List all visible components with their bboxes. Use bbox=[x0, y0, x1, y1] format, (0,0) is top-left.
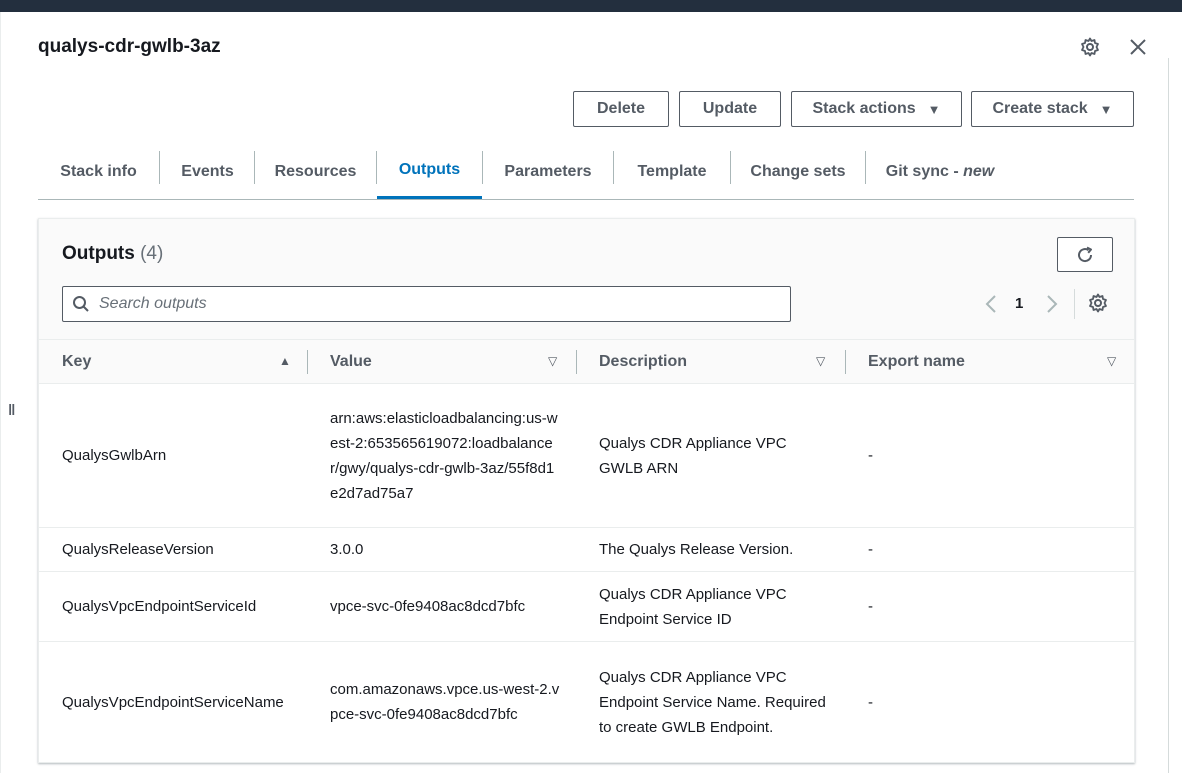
page-title: qualys-cdr-gwlb-3az bbox=[38, 36, 221, 57]
tab-resources[interactable]: Resources bbox=[255, 144, 376, 199]
create-stack-label: Create stack bbox=[992, 100, 1088, 117]
tab-label: Events bbox=[181, 162, 234, 180]
refresh-icon bbox=[1078, 246, 1093, 262]
pager-divider bbox=[1074, 289, 1075, 319]
drag-handle-icon[interactable]: ‖ bbox=[8, 402, 20, 420]
table-row: QualysGwlbArn arn:aws:elasticloadbalanci… bbox=[39, 384, 1134, 528]
output-key: QualysReleaseVersion bbox=[62, 541, 214, 558]
sort-icon[interactable]: ▽ bbox=[1107, 354, 1116, 368]
update-button-label: Update bbox=[702, 100, 758, 117]
output-key: QualysGwlbArn bbox=[62, 447, 167, 464]
outputs-panel: Outputs (4) 1 Key ▲ Value ▽ Descrip bbox=[38, 218, 1135, 763]
refresh-button[interactable] bbox=[1057, 237, 1113, 272]
column-header-key[interactable]: Key bbox=[62, 340, 292, 383]
tab-label: Stack info bbox=[60, 162, 137, 180]
tab-events[interactable]: Events bbox=[160, 144, 255, 199]
sort-icon[interactable]: ▽ bbox=[816, 354, 825, 368]
tab-template[interactable]: Template bbox=[614, 144, 730, 199]
update-button[interactable]: Update bbox=[679, 91, 781, 127]
outputs-header: Outputs (4) 1 bbox=[39, 219, 1134, 339]
page-number[interactable]: 1 bbox=[1015, 295, 1023, 312]
stack-actions-button[interactable]: Stack actions ▼ bbox=[791, 91, 962, 127]
table-row: QualysReleaseVersion 3.0.0 The Qualys Re… bbox=[39, 528, 1134, 572]
tab-stack-info[interactable]: Stack info bbox=[38, 144, 159, 199]
output-value: vpce-svc-0fe9408ac8dcd7bfc bbox=[330, 598, 526, 615]
output-description: Qualys CDR Appliance VPC Endpoint Servic… bbox=[599, 585, 787, 628]
column-header-description[interactable]: Description bbox=[599, 340, 829, 383]
right-rail-divider bbox=[1168, 58, 1169, 773]
tab-change-sets[interactable]: Change sets bbox=[731, 144, 865, 199]
column-resizer[interactable] bbox=[845, 350, 846, 374]
column-label: Export name bbox=[868, 352, 965, 370]
output-description: Qualys CDR Appliance VPC Endpoint Servic… bbox=[599, 668, 826, 736]
chevron-left-icon[interactable] bbox=[980, 291, 1002, 317]
table-header: Key ▲ Value ▽ Description ▽ Export name … bbox=[39, 339, 1134, 384]
search-field[interactable] bbox=[62, 286, 791, 322]
tab-bar: Stack info Events Resources Outputs Para… bbox=[38, 144, 1134, 200]
tab-outputs[interactable]: Outputs bbox=[377, 144, 482, 199]
console-top-bar bbox=[0, 0, 1182, 12]
output-value: arn:aws:elasticloadbalancing:us-west-2:6… bbox=[330, 409, 558, 502]
caret-down-icon: ▼ bbox=[1099, 101, 1113, 117]
delete-button[interactable]: Delete bbox=[573, 91, 669, 127]
table-row: QualysVpcEndpointServiceName com.amazona… bbox=[39, 642, 1134, 762]
output-value: com.amazonaws.vpce.us-west-2.vpce-svc-0f… bbox=[330, 681, 560, 723]
outputs-title-text: Outputs bbox=[62, 243, 135, 264]
output-export-name: - bbox=[868, 693, 873, 711]
output-export-name: - bbox=[868, 447, 873, 464]
column-label: Value bbox=[330, 352, 372, 370]
output-export-name: - bbox=[868, 541, 873, 558]
column-label: Key bbox=[62, 352, 92, 370]
output-key: QualysVpcEndpointServiceId bbox=[62, 598, 257, 615]
gear-icon[interactable] bbox=[1086, 291, 1110, 315]
column-resizer[interactable] bbox=[576, 350, 577, 374]
output-key: QualysVpcEndpointServiceName bbox=[62, 693, 284, 711]
caret-down-icon: ▼ bbox=[927, 101, 941, 117]
output-description: Qualys CDR Appliance VPC GWLB ARN bbox=[599, 434, 787, 477]
tab-label: Change sets bbox=[750, 162, 846, 180]
tab-label: Outputs bbox=[398, 161, 461, 178]
sort-ascending-icon[interactable]: ▲ bbox=[279, 354, 291, 368]
tab-git-sync[interactable]: Git sync - new bbox=[866, 144, 1014, 199]
outputs-title: Outputs (4) bbox=[62, 243, 163, 265]
close-icon[interactable] bbox=[1126, 35, 1150, 59]
sort-icon[interactable]: ▽ bbox=[548, 354, 557, 368]
chevron-right-icon[interactable] bbox=[1041, 291, 1063, 317]
tab-parameters[interactable]: Parameters bbox=[483, 144, 613, 199]
column-resizer[interactable] bbox=[307, 350, 308, 374]
search-icon bbox=[63, 287, 99, 321]
left-edge-divider bbox=[0, 12, 1, 773]
output-export-name: - bbox=[868, 598, 873, 615]
delete-button-label: Delete bbox=[596, 100, 646, 117]
tab-label: Parameters bbox=[504, 162, 592, 180]
column-header-value[interactable]: Value bbox=[330, 340, 560, 383]
table-row: QualysVpcEndpointServiceId vpce-svc-0fe9… bbox=[39, 572, 1134, 642]
tab-new-badge: new bbox=[963, 162, 995, 180]
create-stack-button[interactable]: Create stack ▼ bbox=[971, 91, 1134, 127]
gear-icon[interactable] bbox=[1078, 35, 1102, 59]
tab-label: Git sync - bbox=[885, 162, 964, 180]
search-input[interactable] bbox=[99, 289, 779, 319]
outputs-count: (4) bbox=[140, 243, 164, 264]
tab-label: Resources bbox=[274, 162, 357, 180]
stack-actions-label: Stack actions bbox=[812, 100, 916, 117]
tab-label: Template bbox=[637, 162, 707, 180]
column-label: Description bbox=[599, 352, 688, 370]
column-header-export-name[interactable]: Export name bbox=[868, 340, 1098, 383]
output-value: 3.0.0 bbox=[330, 541, 364, 558]
output-description: The Qualys Release Version. bbox=[599, 541, 794, 558]
